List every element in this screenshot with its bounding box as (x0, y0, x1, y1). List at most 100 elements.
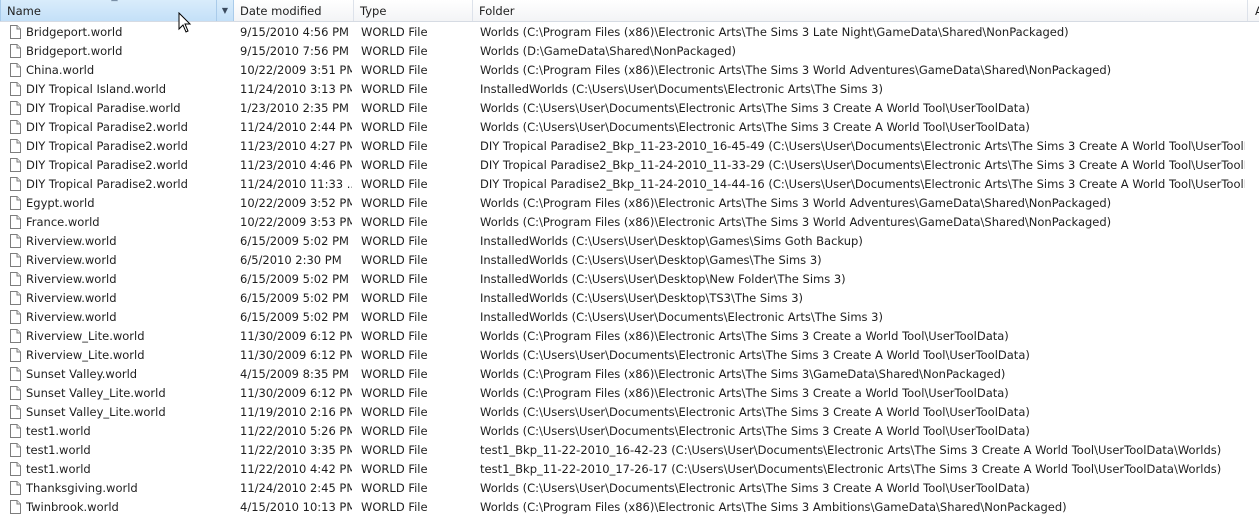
file-icon (10, 177, 21, 191)
file-type: WORLD File (361, 367, 428, 381)
file-folder: InstalledWorlds (C:\Users\User\Desktop\G… (480, 234, 863, 248)
file-date-modified: 11/30/2009 6:12 PM (240, 329, 352, 343)
file-row[interactable]: Sunset Valley.world 4/15/2009 8:35 PM WORL… (0, 365, 1259, 384)
column-header-folder[interactable]: Folder (473, 0, 1248, 21)
file-icon (10, 196, 21, 210)
file-folder: Worlds (C:\Users\User\Documents\Electron… (480, 348, 1030, 362)
file-row[interactable]: Sunset Valley_Lite.world 11/30/2009 6:12 … (0, 384, 1259, 403)
file-row[interactable]: DIY Tropical Paradise.world 1/23/2010 2:3… (0, 99, 1259, 118)
file-type: WORLD File (361, 500, 428, 514)
file-name: DIY Tropical Paradise2.world (26, 139, 188, 153)
file-row[interactable]: DIY Tropical Island.world 11/24/2010 3:13… (0, 80, 1259, 99)
file-icon (10, 367, 21, 381)
file-name: Twinbrook.world (26, 500, 119, 514)
file-row[interactable]: Twinbrook.world 4/15/2010 10:13 PM WORLD F… (0, 498, 1259, 517)
file-type: WORLD File (361, 424, 428, 438)
file-row[interactable]: Egypt.world 10/22/2009 3:52 PM WORLD File W… (0, 194, 1259, 213)
file-type: WORLD File (361, 177, 428, 191)
file-date-modified: 10/22/2009 3:51 PM (240, 63, 352, 77)
file-type: WORLD File (361, 462, 428, 476)
column-header-name[interactable]: ▲ Name ▼ (0, 0, 234, 21)
file-row[interactable]: DIY Tropical Paradise2.world 11/23/2010 4… (0, 156, 1259, 175)
file-row[interactable]: Riverview.world 6/15/2009 5:02 PM WORLD Fi… (0, 232, 1259, 251)
file-name: Riverview_Lite.world (26, 329, 145, 343)
file-type: WORLD File (361, 386, 428, 400)
file-icon (10, 120, 21, 134)
file-row[interactable]: Riverview.world 6/15/2009 5:02 PM WORLD Fi… (0, 308, 1259, 327)
file-row[interactable]: Thanksgiving.world 11/24/2010 2:45 PM WORL… (0, 479, 1259, 498)
file-row[interactable]: test1.world 11/22/2010 3:35 PM WORLD File t… (0, 441, 1259, 460)
file-name: Egypt.world (26, 196, 95, 210)
file-row[interactable]: Riverview.world 6/5/2010 2:30 PM WORLD Fil… (0, 251, 1259, 270)
file-date-modified: 4/15/2009 8:35 PM (240, 367, 349, 381)
file-name: Riverview_Lite.world (26, 348, 145, 362)
file-date-modified: 11/24/2010 2:45 PM (240, 481, 352, 495)
file-icon (10, 386, 21, 400)
file-row[interactable]: Riverview.world 6/15/2009 5:02 PM WORLD Fi… (0, 289, 1259, 308)
file-date-modified: 11/24/2010 2:44 PM (240, 120, 352, 134)
file-name: Bridgeport.world (26, 25, 123, 39)
column-header-name-label: Name (7, 4, 41, 18)
file-name: Bridgeport.world (26, 44, 123, 58)
file-folder: test1_Bkp_11-22-2010_16-42-23 (C:\Users\… (480, 443, 1222, 457)
file-icon (10, 405, 21, 419)
column-header-folder-label: Folder (479, 4, 515, 18)
file-folder: Worlds (C:\Users\User\Documents\Electron… (480, 101, 1030, 115)
file-folder: InstalledWorlds (C:\Users\User\Documents… (480, 82, 883, 96)
file-row[interactable]: China.world 10/22/2009 3:51 PM WORLD File W… (0, 61, 1259, 80)
file-icon (10, 348, 21, 362)
file-date-modified: 11/22/2010 4:42 PM (240, 462, 352, 476)
file-folder: InstalledWorlds (C:\Users\User\Desktop\T… (480, 291, 804, 305)
file-name: China.world (26, 63, 95, 77)
chevron-down-icon: ▼ (221, 6, 229, 15)
file-date-modified: 1/23/2010 2:35 PM (240, 101, 349, 115)
file-type: WORLD File (361, 234, 428, 248)
file-row[interactable]: DIY Tropical Paradise2.world 11/24/2010 1… (0, 175, 1259, 194)
file-row[interactable]: test1.world 11/22/2010 4:42 PM WORLD File t… (0, 460, 1259, 479)
file-folder: Worlds (C:\Users\User\Documents\Electron… (480, 424, 1030, 438)
file-icon (10, 272, 21, 286)
file-date-modified: 6/15/2009 5:02 PM (240, 291, 349, 305)
file-folder: Worlds (C:\Users\User\Documents\Electron… (480, 481, 1030, 495)
file-type: WORLD File (361, 63, 428, 77)
file-list-view: ▲ Name ▼ Date modified Type Folder A Bri… (0, 0, 1259, 522)
file-type: WORLD File (361, 158, 428, 172)
file-name: Riverview.world (26, 272, 117, 286)
file-type: WORLD File (361, 291, 428, 305)
file-name: DIY Tropical Paradise2.world (26, 120, 188, 134)
column-header-extra[interactable]: A (1248, 0, 1259, 21)
file-row[interactable]: DIY Tropical Paradise2.world 11/23/2010 4… (0, 137, 1259, 156)
column-header-date-modified[interactable]: Date modified (234, 0, 354, 21)
file-name: DIY Tropical Paradise.world (26, 101, 181, 115)
file-folder: Worlds (C:\Program Files (x86)\Electroni… (480, 500, 1067, 514)
file-row[interactable]: Sunset Valley_Lite.world 11/19/2010 2:16 … (0, 403, 1259, 422)
file-row[interactable]: Bridgeport.world 9/15/2010 7:56 PM WORLD F… (0, 42, 1259, 61)
file-date-modified: 6/15/2009 5:02 PM (240, 234, 349, 248)
file-icon (10, 139, 21, 153)
file-row[interactable]: Riverview_Lite.world 11/30/2009 6:12 PM WO… (0, 327, 1259, 346)
file-type: WORLD File (361, 272, 428, 286)
file-row[interactable]: test1.world 11/22/2010 5:26 PM WORLD File W… (0, 422, 1259, 441)
file-date-modified: 6/15/2009 5:02 PM (240, 272, 349, 286)
file-row[interactable]: Riverview_Lite.world 11/30/2009 6:12 PM WO… (0, 346, 1259, 365)
file-type: WORLD File (361, 481, 428, 495)
file-row[interactable]: Riverview.world 6/15/2009 5:02 PM WORLD Fi… (0, 270, 1259, 289)
column-header-type[interactable]: Type (354, 0, 473, 21)
mouse-pointer-icon (178, 12, 192, 33)
file-date-modified: 10/22/2009 3:53 PM (240, 215, 352, 229)
file-icon (10, 462, 21, 476)
file-folder: Worlds (C:\Program Files (x86)\Electroni… (480, 196, 1112, 210)
file-row[interactable]: DIY Tropical Paradise2.world 11/24/2010 2… (0, 118, 1259, 137)
file-icon (10, 63, 21, 77)
file-folder: InstalledWorlds (C:\Users\User\Desktop\G… (480, 253, 822, 267)
file-icon (10, 424, 21, 438)
file-icon (10, 253, 21, 267)
file-folder: Worlds (C:\Users\User\Documents\Electron… (480, 405, 1030, 419)
file-folder: DIY Tropical Paradise2_Bkp_11-24-2010_11… (480, 158, 1245, 172)
file-icon (10, 101, 21, 115)
file-date-modified: 4/15/2010 10:13 PM (240, 500, 352, 514)
file-name: test1.world (26, 424, 91, 438)
file-icon (10, 481, 21, 495)
file-row[interactable]: France.world 10/22/2009 3:53 PM WORLD File… (0, 213, 1259, 232)
column-filter-dropdown-button[interactable]: ▼ (216, 0, 233, 21)
